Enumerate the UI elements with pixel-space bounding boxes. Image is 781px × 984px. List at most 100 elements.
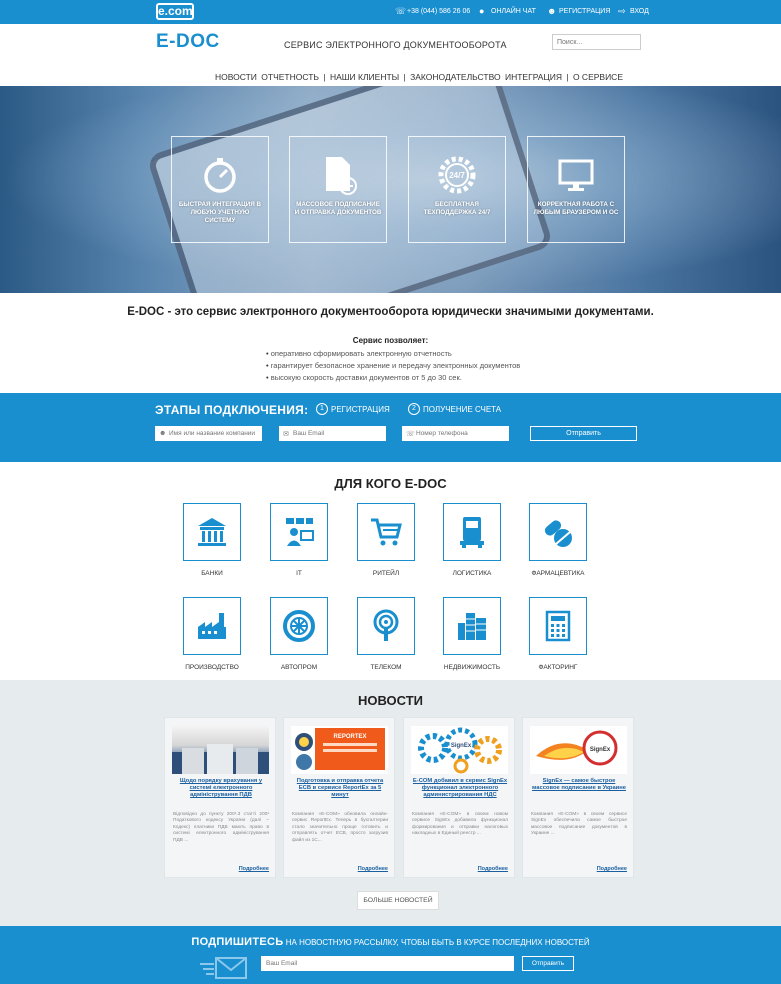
nav-item-clients[interactable]: НАШИ КЛИЕНТЫ <box>330 72 399 82</box>
news-excerpt: Компания «E-COM» обновила онлайн-сервис … <box>292 812 388 843</box>
top-bar: e.com ☏ +38 (044) 586 26 06 ● ОНЛАЙН ЧАТ… <box>0 0 781 24</box>
industry-retail[interactable]: РИТЕЙЛ <box>357 503 415 577</box>
phone-link[interactable]: ☏ +38 (044) 586 26 06 <box>395 7 470 16</box>
subscribe-button[interactable]: Отправить <box>522 956 574 971</box>
brand-logo[interactable]: E-DOC <box>156 31 220 53</box>
nav-item-integration[interactable]: ИНТЕГРАЦИЯ <box>505 72 562 82</box>
phone-number: +38 (044) 586 26 06 <box>407 8 471 15</box>
news-title-link[interactable]: Подготовка и отправка отчета ЕСВ в серви… <box>290 778 390 799</box>
read-more-link[interactable]: Подробнее <box>239 866 269 872</box>
news-title-link[interactable]: Щодо порядку врахування у системі електр… <box>171 778 271 799</box>
read-more-link[interactable]: Подробнее <box>597 866 627 872</box>
news-title-link[interactable]: SignEx — самое быстрое массовое подписан… <box>529 778 629 792</box>
feature-card-support: 24/7 БЕСПЛАТНАЯ ТЕХПОДДЕРЖКА 24/7 <box>408 136 506 243</box>
industry-factoring[interactable]: ФАКТОРИНГ <box>529 597 587 671</box>
industry-label: ТЕЛЕКОМ <box>370 664 402 671</box>
news-excerpt: Компания «E-COM» в своем новом сервисе S… <box>412 812 508 837</box>
nav-item-news[interactable]: НОВОСТИ <box>215 72 257 82</box>
subscribe-text: ПОДПИШИТЕСЬ НА НОВОСТНУЮ РАССЫЛКУ, ЧТОБЫ… <box>0 936 781 948</box>
cart-icon <box>371 518 402 546</box>
company-name-input[interactable] <box>155 426 262 441</box>
industry-label: АВТОПРОМ <box>280 664 318 671</box>
nav-item-about[interactable]: О СЕРВИСЕ <box>573 72 623 82</box>
step-label: ПОЛУЧЕНИЕ СЧЕТА <box>423 404 502 414</box>
signex-fast-image: SignEx <box>536 730 618 766</box>
envelope-icon: ✉ <box>283 431 289 438</box>
phone-field[interactable] <box>402 426 509 441</box>
gear-24-7-icon: 24/7 <box>438 156 476 194</box>
phone-icon: ☏ <box>395 6 407 16</box>
login-link[interactable]: ⇨ ВХОД <box>618 7 649 16</box>
nav-item-reporting[interactable]: ОТЧЕТНОСТЬ <box>261 72 319 82</box>
truck-icon <box>460 517 484 548</box>
login-label: ВХОД <box>630 8 649 15</box>
monitor-icon <box>558 159 594 191</box>
news-image: REPORTEX <box>291 726 388 774</box>
feature-label: КОРРЕКТНАЯ РАБОТА С ЛЮБЫМ БРАУЗЕРОМ И ОС <box>533 201 619 216</box>
nav-item-legislation[interactable]: ЗАКОНОДАТЕЛЬСТВО <box>410 72 500 82</box>
feature-card-mass-signing: МАССОВОЕ ПОДПИСАНИЕ И ОТПРАВКА ДОКУМЕНТО… <box>289 136 387 243</box>
search-input[interactable] <box>552 34 641 50</box>
signex-gears-image: SignEx <box>418 727 502 774</box>
news-title-link[interactable]: E-COM добавил в сервис SignEx функционал… <box>410 778 510 799</box>
nav-separator: | <box>564 72 571 82</box>
read-more-link[interactable]: Подробнее <box>358 866 388 872</box>
news-card: REPORTEX Подготовка и отправка отчета ЕС… <box>283 717 395 878</box>
industry-telecom[interactable]: ТЕЛЕКОМ <box>357 597 415 671</box>
signex-badge-text: SignEx <box>590 747 611 753</box>
reportex-banner-image: REPORTEX <box>295 728 385 770</box>
industry-label: ФАРМАЦЕВТИКА <box>531 570 585 577</box>
list-item: гарантирует безопасное хранение и переда… <box>266 360 521 372</box>
news-image <box>172 726 269 774</box>
step-number: 1 <box>316 403 328 415</box>
more-news-button[interactable]: БОЛЬШЕ НОВОСТЕЙ <box>357 891 439 910</box>
news-title: НОВОСТИ <box>357 693 424 708</box>
company-logo[interactable]: e.com <box>156 3 194 20</box>
step-number: 2 <box>408 403 420 415</box>
register-label: РЕГИСТРАЦИЯ <box>559 8 611 15</box>
industry-real-estate[interactable]: НЕДВИЖИМОСТЬ <box>443 597 501 671</box>
intro-headline: E-DOC - это сервис электронного документ… <box>127 306 654 318</box>
email-field[interactable] <box>279 426 386 441</box>
calculator-icon <box>545 610 571 642</box>
nav-separator: | <box>401 72 409 82</box>
subscribe-title: ПОДПИШИТЕСЬ <box>191 936 284 948</box>
phone-icon: ☏ <box>406 431 415 438</box>
hero-overlay <box>0 86 781 293</box>
buildings-icon <box>458 613 486 640</box>
envelope-icon <box>200 957 247 979</box>
industry-label: РИТЕЙЛ <box>372 570 400 577</box>
industry-banks[interactable]: БАНКИ <box>183 503 241 577</box>
subscribe-email-field[interactable] <box>261 956 514 971</box>
list-item: высокую скорость доставки документов от … <box>266 372 520 384</box>
stopwatch-icon <box>204 158 236 193</box>
register-link[interactable]: ☻ РЕГИСТРАЦИЯ <box>547 7 610 16</box>
subscribe-description: НА НОВОСТНУЮ РАССЫЛКУ, ЧТОБЫ БЫТЬ В КУРС… <box>285 938 590 947</box>
send-button[interactable]: Отправить <box>530 426 637 441</box>
industry-label: ФАКТОРИНГ <box>538 664 578 671</box>
step-registration: 1 РЕГИСТРАЦИЯ <box>316 403 390 415</box>
industry-automotive[interactable]: АВТОПРОМ <box>270 597 328 671</box>
hero-banner: БЫСТРАЯ ИНТЕГРАЦИЯ В ЛЮБУЮ УЧЕТНУЮ СИСТЕ… <box>0 86 781 293</box>
industry-pharmacy[interactable]: ФАРМАЦЕВТИКА <box>529 503 587 577</box>
industry-logistics[interactable]: ЛОГИСТИКА <box>443 503 501 577</box>
document-add-icon <box>326 157 357 195</box>
features-list: оперативно сформировать электронную отче… <box>266 348 521 384</box>
chat-icon: ● <box>479 6 485 16</box>
factory-icon <box>198 613 226 639</box>
service-allows-title: Сервис позволяет: <box>352 336 429 345</box>
wheel-icon <box>283 610 315 642</box>
news-card: SignEx SignEx — самое быстрое массовое п… <box>522 717 634 878</box>
connection-steps-section: ЭТАПЫ ПОДКЛЮЧЕНИЯ: 1 РЕГИСТРАЦИЯ 2 ПОЛУЧ… <box>0 393 781 462</box>
folders-image <box>172 744 269 774</box>
read-more-link[interactable]: Подробнее <box>478 866 508 872</box>
industry-manufacturing[interactable]: ПРОИЗВОДСТВО <box>183 597 241 671</box>
news-image: SignEx <box>411 726 508 774</box>
login-icon: ⇨ <box>618 6 626 16</box>
industry-it[interactable]: IT <box>270 503 328 577</box>
user-icon: ☻ <box>547 6 557 16</box>
industry-label: ПРОИЗВОДСТВО <box>185 664 239 671</box>
site-tagline: СЕРВИС ЭЛЕКТРОННОГО ДОКУМЕНТООБОРОТА <box>284 40 507 50</box>
online-chat-link[interactable]: ● ОНЛАЙН ЧАТ <box>479 7 536 16</box>
support-badge-text: 24/7 <box>449 171 465 180</box>
